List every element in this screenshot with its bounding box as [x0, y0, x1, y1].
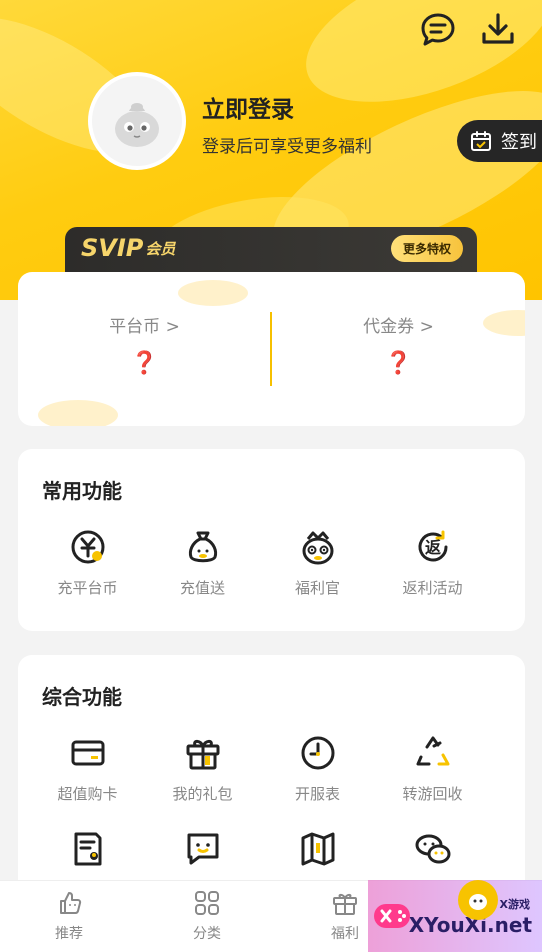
item-label: 超值购卡	[57, 785, 118, 803]
nav-category[interactable]: 分类	[138, 881, 276, 952]
download-icon[interactable]	[478, 10, 518, 50]
comprehensive-functions-card: 综合功能 超值购卡 我的礼包 开服表 转游回收	[18, 655, 525, 895]
svip-logo: SVIP	[81, 234, 144, 262]
voucher-label: 代金券 >	[363, 317, 434, 337]
wechat-item[interactable]	[375, 829, 490, 869]
nav-label: 分类	[193, 926, 221, 942]
buy-card-item[interactable]: 超值购卡	[30, 733, 145, 804]
svip-member-label: 会员	[145, 239, 176, 258]
money-bag-icon	[183, 527, 223, 567]
rebate-icon: 返	[413, 527, 453, 567]
watermark-small: X游戏	[499, 898, 530, 911]
section-title: 综合功能	[42, 685, 122, 709]
item-label: 我的礼包	[172, 785, 233, 803]
item-label: 返利活动	[402, 579, 463, 597]
common-functions-grid: 充平台币 充值送 福利官 返 返利活动	[30, 527, 490, 598]
avatar[interactable]	[88, 72, 186, 170]
default-avatar-icon	[115, 103, 159, 147]
rebate-activity-item[interactable]: 返 返利活动	[375, 527, 490, 598]
map-icon	[298, 829, 338, 869]
nav-label: 推荐	[55, 926, 83, 942]
item-label: 开服表	[294, 785, 340, 803]
svg-text:返: 返	[424, 538, 440, 557]
item-label: 转游回收	[402, 785, 463, 803]
recharge-coin-item[interactable]: 充平台币	[30, 527, 145, 598]
message-icon[interactable]	[418, 10, 458, 50]
mascot-icon	[298, 527, 338, 567]
signin-label: 签到	[501, 132, 537, 153]
more-privileges-button[interactable]: 更多特权	[390, 234, 463, 262]
login-subtitle: 登录后可享受更多福利	[202, 137, 372, 157]
recycle-icon	[413, 733, 453, 773]
yuan-coin-icon	[68, 527, 108, 567]
grid-icon	[195, 891, 219, 915]
welfare-officer-item[interactable]: 福利官	[260, 527, 375, 598]
platform-coin[interactable]: 平台币 > ❓	[18, 312, 271, 376]
item-label: 充平台币	[57, 579, 118, 597]
transfer-recycle-item[interactable]: 转游回收	[375, 733, 490, 804]
gift-icon	[333, 893, 357, 915]
chat-smile-icon	[183, 829, 223, 869]
platform-coin-label: 平台币 >	[109, 317, 180, 337]
platform-coin-value: ❓	[130, 351, 159, 376]
signin-button[interactable]: 签到	[457, 120, 542, 162]
comprehensive-functions-grid: 超值购卡 我的礼包 开服表 转游回收	[30, 733, 490, 804]
profile-header: 立即登录 登录后可享受更多福利 签到 SVIP 会员 更多特权	[0, 0, 542, 300]
watermark: X游戏 XYouXi.net	[368, 880, 542, 952]
svip-banner[interactable]: SVIP 会员 更多特权	[65, 227, 477, 277]
chat-item[interactable]	[145, 829, 260, 869]
gamepad-logo-icon	[374, 904, 410, 928]
nav-label: 福利	[331, 926, 359, 942]
section-title: 常用功能	[42, 479, 122, 503]
card-icon	[68, 733, 108, 773]
nav-recommend[interactable]: 推荐	[0, 881, 138, 952]
voucher[interactable]: 代金券 > ❓	[272, 312, 525, 376]
thumb-icon	[60, 892, 82, 914]
clock-icon	[298, 733, 338, 773]
cloud-decoration	[38, 400, 118, 426]
comprehensive-functions-row2	[30, 829, 490, 869]
mascot-icon	[458, 880, 498, 920]
login-title[interactable]: 立即登录	[202, 90, 294, 124]
recharge-bonus-item[interactable]: 充值送	[145, 527, 260, 598]
common-functions-card: 常用功能 充平台币 充值送 福利官 返 返利活动	[18, 449, 525, 631]
item-label: 福利官	[294, 579, 340, 597]
voucher-value: ❓	[384, 351, 413, 376]
server-schedule-item[interactable]: 开服表	[260, 733, 375, 804]
document-item[interactable]	[30, 829, 145, 869]
wechat-icon	[413, 829, 453, 869]
currency-card: 平台币 > ❓ 代金券 > ❓	[18, 272, 525, 426]
calendar-check-icon	[471, 131, 491, 151]
map-item[interactable]	[260, 829, 375, 869]
gift-icon	[183, 733, 223, 773]
item-label: 充值送	[179, 579, 225, 597]
my-gift-item[interactable]: 我的礼包	[145, 733, 260, 804]
cloud-decoration	[178, 280, 248, 306]
document-user-icon	[68, 829, 108, 869]
